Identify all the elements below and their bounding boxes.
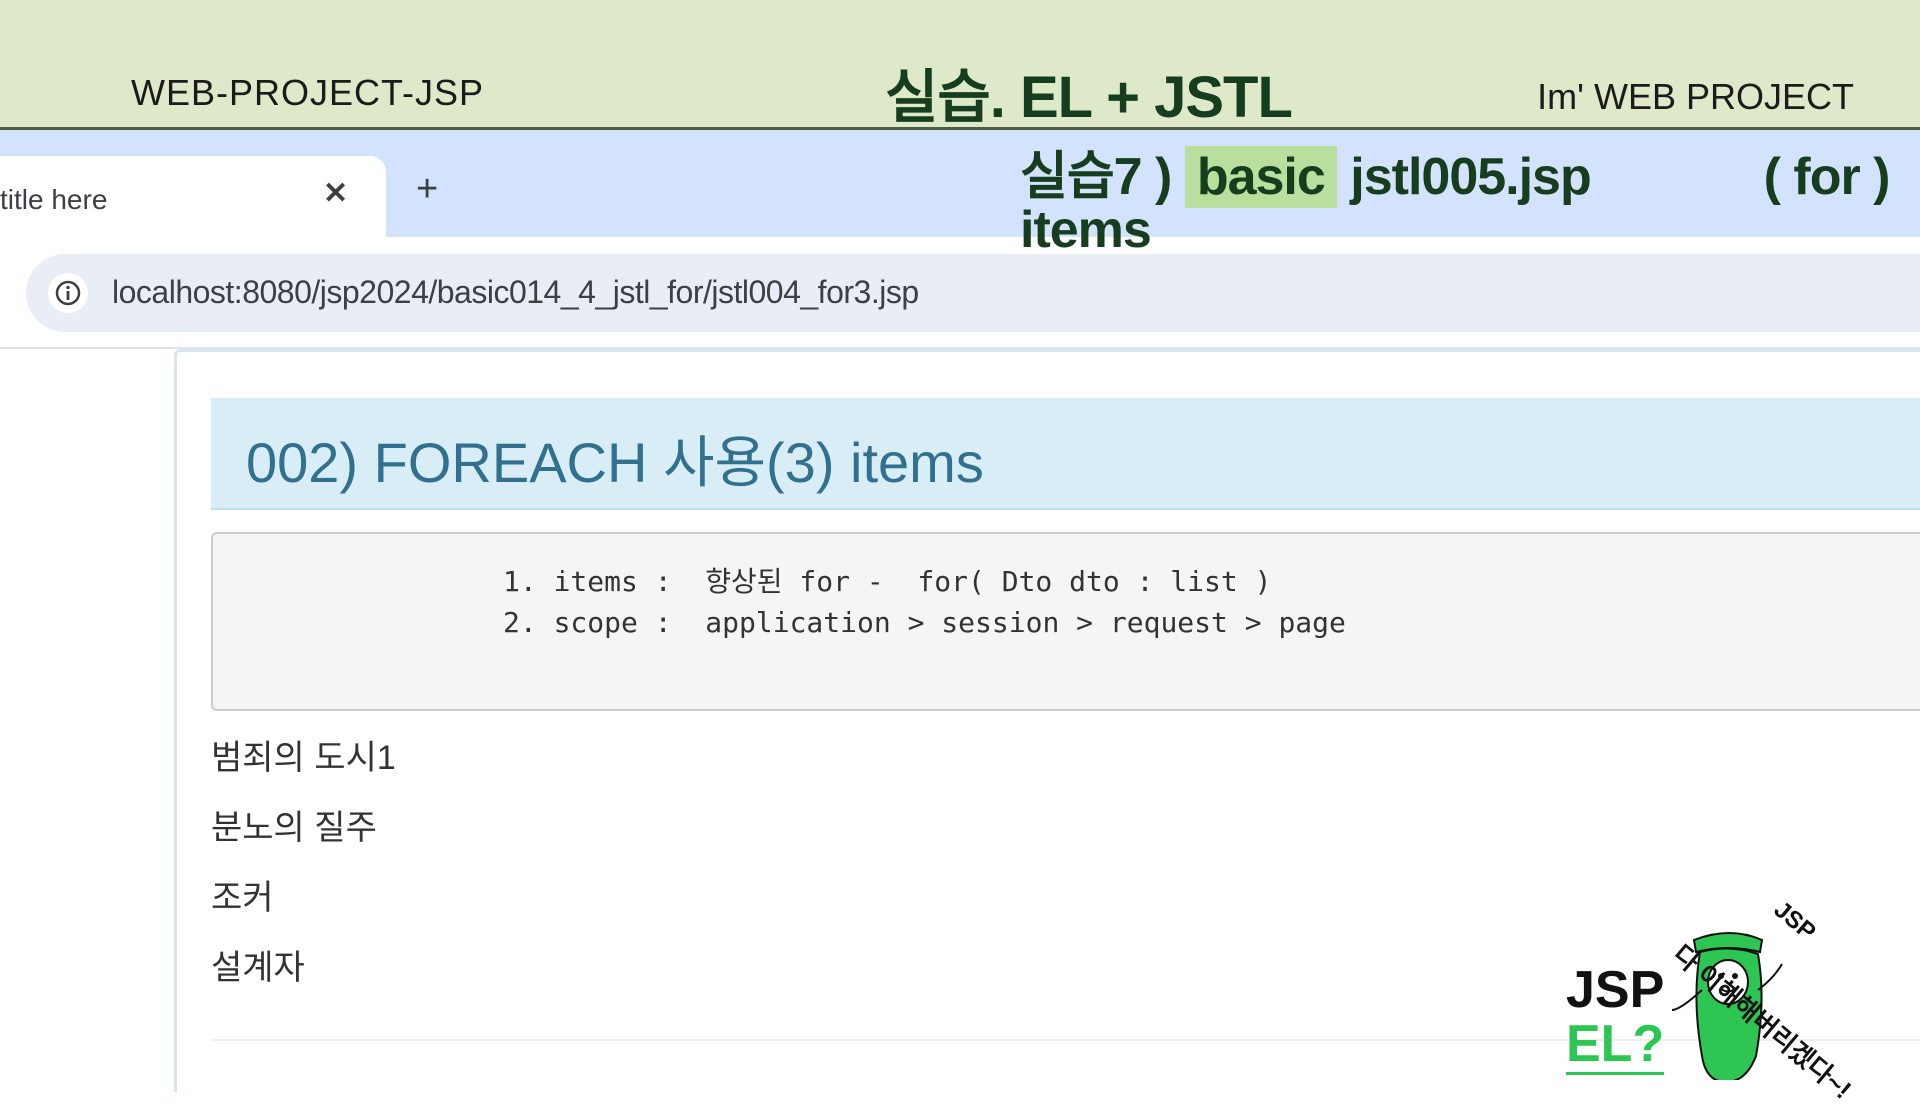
address-bar[interactable]: localhost:8080/jsp2024/basic014_4_jstl_f… [26,254,1920,332]
practice-note: ( for ) [1763,148,1891,206]
code-line: 2. scope : application > session > reque… [503,606,1346,639]
url-text[interactable]: localhost:8080/jsp2024/basic014_4_jstl_f… [112,274,919,311]
practice-subtitle: 실습7 ) basic jstl005.jsp ( for ) [1020,134,1891,209]
tab-title: title here [0,184,108,215]
practice-highlight: basic [1184,146,1337,208]
list-item: 분노의 질주 [211,809,377,847]
address-bar-row: localhost:8080/jsp2024/basic014_4_jstl_f… [0,237,1920,349]
code-block: 1. items : 향상된 for - for( Dto dto : list… [211,532,1920,711]
list-item: 범죄의 도시1 [211,739,396,777]
practice-items: items [1020,201,1152,259]
browser-tab[interactable]: title here ✕ [0,156,386,237]
project-name: WEB-PROJECT-JSP [131,72,485,113]
site-info-icon[interactable] [48,273,88,313]
code-line: 1. items : 향상된 for - for( Dto dto : list… [503,565,1272,598]
practice-file: jstl005.jsp [1350,148,1591,206]
slide-header: WEB-PROJECT-JSP 실습. EL + JSTL Im' WEB PR… [0,0,1920,130]
slide-title: 실습. EL + JSTL [885,65,1293,130]
practice-label: 실습7 ) [1020,148,1172,206]
list-item: 설계자 [211,949,305,987]
list-item: 조커 [211,879,274,917]
page-heading-box: 002) FOREACH 사용(3) items [211,398,1920,510]
tab-close-icon[interactable]: ✕ [323,176,348,211]
mascot-el-label: EL? [1566,1015,1665,1075]
page-heading: 002) FOREACH 사용(3) items [246,431,984,494]
mascot-jsp-label: JSP [1566,961,1665,1019]
new-tab-icon[interactable]: + [416,170,438,208]
brand-label: Im' WEB PROJECT [1537,76,1854,117]
